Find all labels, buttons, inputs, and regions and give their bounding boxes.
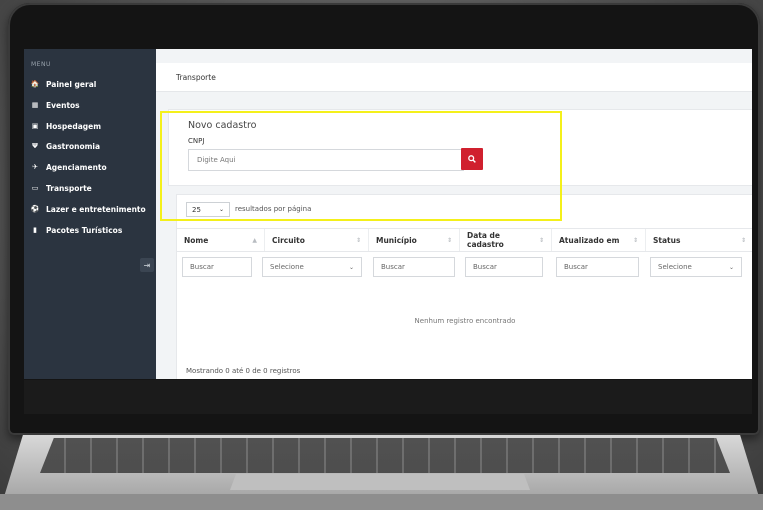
sidebar-item-label: Eventos xyxy=(46,100,80,110)
calendar-icon: ▦ xyxy=(31,101,39,109)
bed-icon: ▣ xyxy=(31,122,39,130)
sidebar-item-label: Pacotes Turísticos xyxy=(46,225,123,235)
page-size-value: 25 xyxy=(192,205,201,214)
table-header: Nome ▲ Circuito ⇕ Município ⇕ Data de ca… xyxy=(177,228,752,252)
sort-asc-icon: ▲ xyxy=(252,236,257,244)
sidebar-item-agenciamento[interactable]: ✈ Agenciamento xyxy=(30,159,154,175)
filter-status-select[interactable]: Selecione ⌄ xyxy=(650,257,742,277)
fork-knife-icon: Ψ xyxy=(32,142,38,150)
sidebar-item-hospedagem[interactable]: ▣ Hospedagem xyxy=(30,118,154,134)
sidebar-item-eventos[interactable]: ▦ Eventos xyxy=(30,97,154,113)
suitcase-icon: ▮ xyxy=(33,226,37,234)
sidebar-item-gastronomia[interactable]: Ψ Gastronomia xyxy=(30,138,154,154)
filter-municipio-input[interactable]: Buscar xyxy=(373,257,455,277)
cnpj-input[interactable]: Digite Aqui xyxy=(188,149,464,171)
sidebar-item-pacotes[interactable]: ▮ Pacotes Turísticos xyxy=(30,222,154,238)
sidebar-item-transporte[interactable]: ▭ Transporte xyxy=(30,180,154,196)
filter-nome-input[interactable]: Buscar xyxy=(182,257,252,277)
column-header-data-cadastro[interactable]: Data de cadastro ⇕ xyxy=(460,229,552,251)
sort-icon: ⇕ xyxy=(446,236,452,244)
sidebar-item-lazer[interactable]: ⚽ Lazer e entretenimento xyxy=(30,201,154,217)
bus-icon: ▭ xyxy=(31,184,39,192)
sort-icon: ⇕ xyxy=(632,236,638,244)
column-label: Circuito xyxy=(272,235,305,245)
column-label: Atualizado em xyxy=(559,235,620,245)
sidebar-item-label: Transporte xyxy=(46,183,92,193)
sidebar: MENU 🏠 Painel geral ▦ Eventos ▣ Hospedag… xyxy=(24,49,156,379)
chevron-down-icon: ⌄ xyxy=(218,206,224,213)
sort-icon: ⇕ xyxy=(740,236,746,244)
filter-placeholder: Selecione xyxy=(270,263,304,271)
menu-label: MENU xyxy=(31,61,51,68)
cnpj-placeholder: Digite Aqui xyxy=(197,156,236,164)
sidebar-item-label: Agenciamento xyxy=(46,162,107,172)
screen: MENU 🏠 Painel geral ▦ Eventos ▣ Hospedag… xyxy=(24,49,752,379)
column-header-status[interactable]: Status ⇕ xyxy=(646,229,752,251)
filter-placeholder: Buscar xyxy=(564,263,588,271)
search-icon xyxy=(468,155,476,163)
column-label: Status xyxy=(653,235,681,245)
chevron-down-icon: ⌄ xyxy=(348,263,354,271)
column-header-nome[interactable]: Nome ▲ xyxy=(177,229,265,251)
main-content: Transporte Novo cadastro CNPJ Digite Aqu… xyxy=(156,49,752,379)
trackpad xyxy=(230,474,530,490)
breadcrumb: Transporte xyxy=(156,63,752,92)
chevron-down-icon: ⌄ xyxy=(728,263,734,271)
filter-placeholder: Buscar xyxy=(190,263,214,271)
new-record-form: Novo cadastro CNPJ Digite Aqui xyxy=(168,109,752,186)
page-size-label: resultados por página xyxy=(235,205,312,213)
filter-placeholder: Buscar xyxy=(381,263,405,271)
laptop-front-edge xyxy=(0,494,763,510)
keyboard xyxy=(40,438,730,473)
screen-bezel-bottom xyxy=(24,380,752,414)
filter-row: Buscar Selecione ⌄ Buscar Buscar Buscar … xyxy=(177,252,752,282)
collapse-icon: ⇥ xyxy=(143,260,151,270)
plane-icon: ✈ xyxy=(32,163,38,171)
soccer-ball-icon: ⚽ xyxy=(30,205,40,213)
sidebar-item-painel-geral[interactable]: 🏠 Painel geral xyxy=(30,76,154,92)
column-label: Município xyxy=(376,235,417,245)
breadcrumb-current: Transporte xyxy=(176,72,216,82)
home-icon: 🏠 xyxy=(30,80,40,88)
search-button[interactable] xyxy=(461,148,483,170)
sidebar-item-label: Painel geral xyxy=(46,79,97,89)
pagination-info: Mostrando 0 até 0 de 0 registros xyxy=(186,367,301,375)
column-header-atualizado-em[interactable]: Atualizado em ⇕ xyxy=(552,229,646,251)
filter-data-cadastro-input[interactable]: Buscar xyxy=(465,257,543,277)
cnpj-label: CNPJ xyxy=(188,137,205,145)
page-size-select[interactable]: 25 ⌄ xyxy=(186,202,230,217)
filter-placeholder: Selecione xyxy=(658,263,692,271)
column-label: Data de cadastro xyxy=(467,231,504,249)
filter-placeholder: Buscar xyxy=(473,263,497,271)
column-label: Nome xyxy=(184,235,209,245)
collapse-sidebar-button[interactable]: ⇥ xyxy=(140,258,154,272)
sidebar-item-label: Gastronomia xyxy=(46,141,101,151)
column-header-municipio[interactable]: Município ⇕ xyxy=(369,229,460,251)
sidebar-item-label: Lazer e entretenimento xyxy=(46,204,146,214)
sidebar-item-label: Hospedagem xyxy=(46,121,102,131)
results-table: 25 ⌄ resultados por página Nome ▲ Circui… xyxy=(176,194,752,379)
sort-icon: ⇕ xyxy=(538,236,544,244)
filter-circuito-select[interactable]: Selecione ⌄ xyxy=(262,257,362,277)
sort-icon: ⇕ xyxy=(355,236,361,244)
filter-atualizado-input[interactable]: Buscar xyxy=(556,257,639,277)
column-header-circuito[interactable]: Circuito ⇕ xyxy=(265,229,369,251)
form-title: Novo cadastro xyxy=(188,120,257,131)
empty-message: Nenhum registro encontrado xyxy=(414,317,516,325)
